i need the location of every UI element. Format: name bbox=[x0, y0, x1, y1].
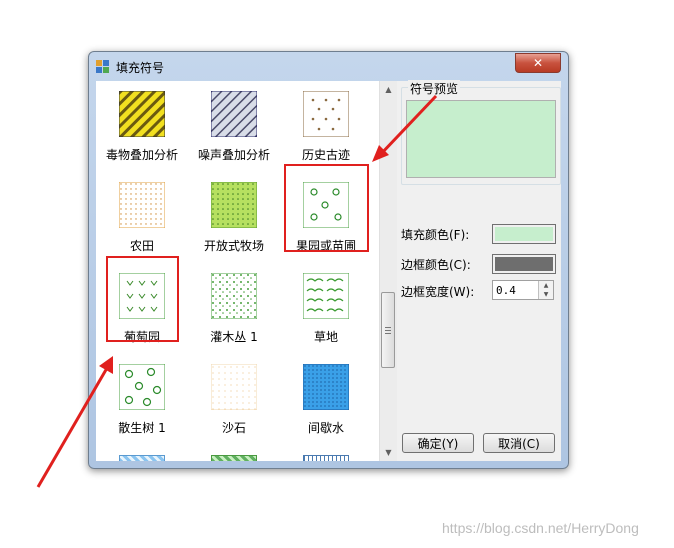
annotation-arrows bbox=[36, 94, 438, 488]
arrow-to-orchard bbox=[378, 94, 438, 157]
watermark: https://blog.csdn.net/HerryDong bbox=[442, 520, 639, 536]
arrow-to-vineyard bbox=[36, 367, 109, 488]
